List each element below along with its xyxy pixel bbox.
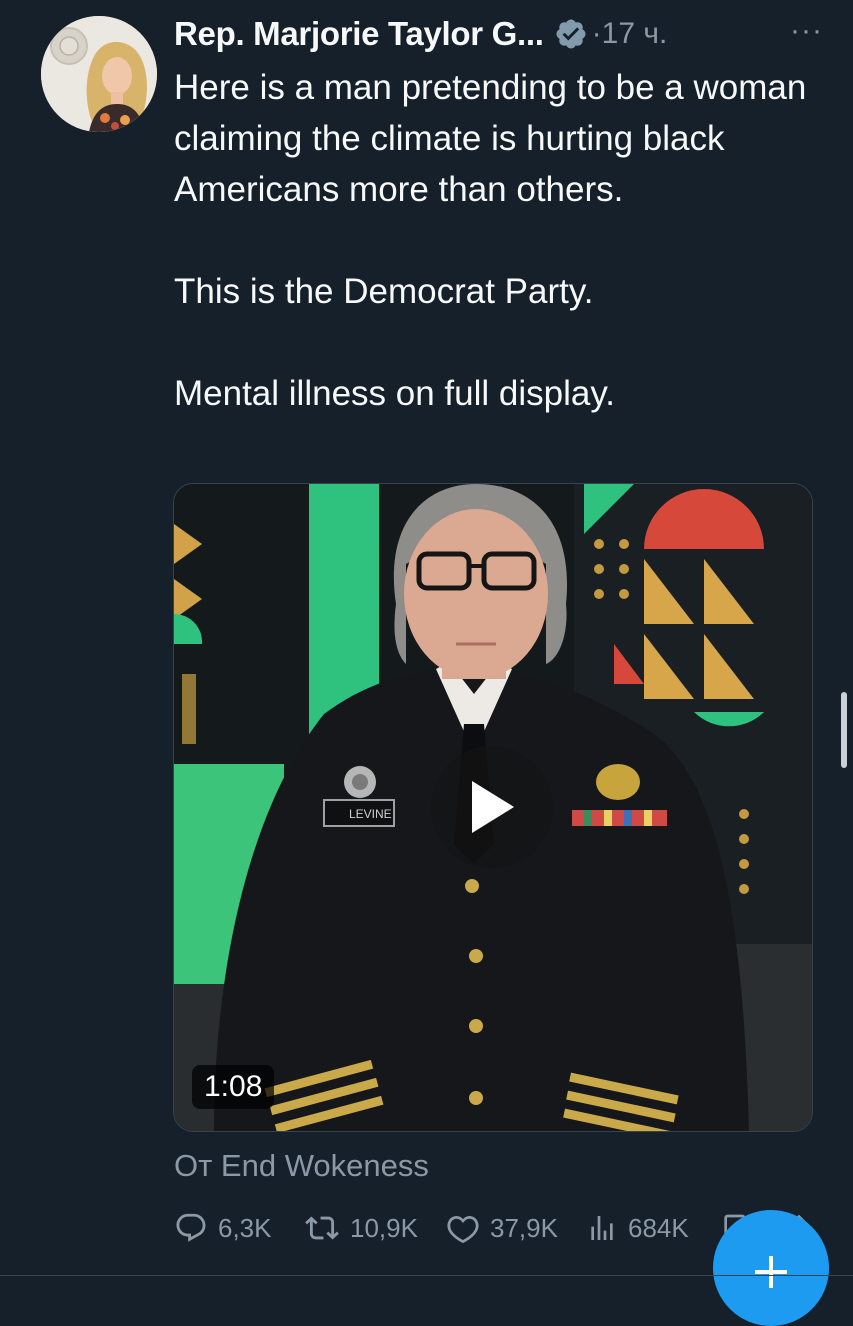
- retweet-button[interactable]: 10,9K: [304, 1203, 418, 1253]
- retweet-count: 10,9K: [350, 1212, 418, 1243]
- author-name[interactable]: Rep. Marjorie Taylor G...: [174, 15, 544, 53]
- reply-count: 6,3K: [218, 1212, 272, 1243]
- tweet-paragraph: Here is a man pretending to be a woman c…: [174, 68, 807, 209]
- video-source-attribution[interactable]: От End Wokeness: [174, 1148, 429, 1184]
- more-options-icon[interactable]: ···: [790, 14, 823, 48]
- tweet-text: Here is a man pretending to be a woman c…: [174, 62, 814, 419]
- scrollbar[interactable]: [841, 692, 847, 768]
- tweet-header: Rep. Marjorie Taylor G... ·17 ч. ···: [174, 12, 823, 56]
- views-count: 684K: [628, 1212, 689, 1243]
- tweet-paragraph: Mental illness on full display.: [174, 374, 615, 413]
- author-avatar[interactable]: [41, 16, 157, 132]
- retweet-icon: [305, 1216, 339, 1240]
- views-button[interactable]: 684K: [586, 1203, 689, 1253]
- divider: [0, 1275, 853, 1276]
- heart-icon: [447, 1215, 479, 1244]
- tweet-timestamp[interactable]: ·17 ч.: [592, 17, 668, 51]
- compose-button[interactable]: [713, 1210, 829, 1326]
- play-icon: [472, 781, 514, 833]
- tweet-paragraph: This is the Democrat Party.: [174, 272, 594, 311]
- reply-button[interactable]: 6,3K: [174, 1203, 272, 1253]
- like-count: 37,9K: [490, 1212, 558, 1243]
- video-duration: 1:08: [192, 1065, 275, 1109]
- plus-icon: [755, 1256, 787, 1288]
- play-button[interactable]: [431, 746, 553, 868]
- verified-badge-icon: [554, 17, 588, 51]
- reply-icon: [176, 1213, 206, 1242]
- video-player[interactable]: LEVINE 1:08: [173, 483, 813, 1132]
- like-button[interactable]: 37,9K: [446, 1203, 558, 1253]
- views-icon: [591, 1216, 613, 1240]
- name-tag-text: LEVINE: [349, 807, 392, 821]
